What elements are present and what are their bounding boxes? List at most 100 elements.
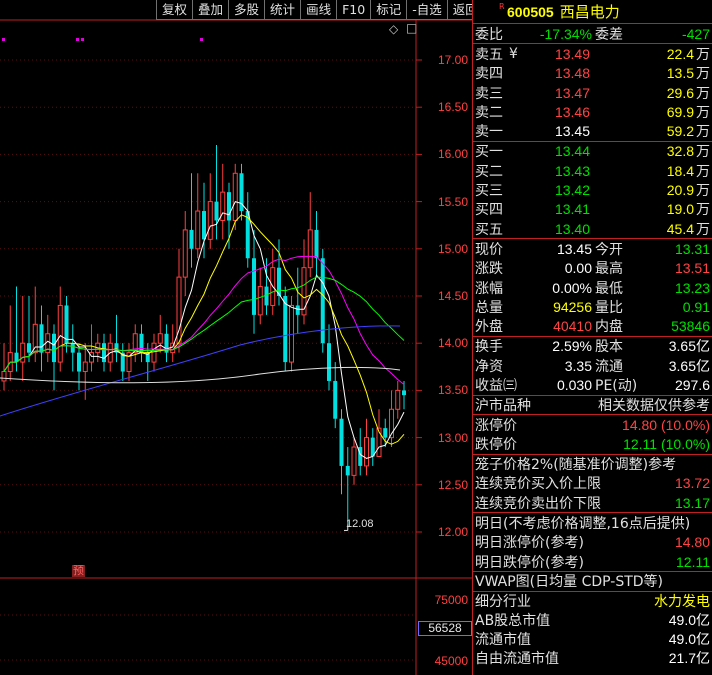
signal-marker (2, 38, 5, 41)
ask-unit: 万 (696, 66, 710, 83)
chart-toolbar: 复权 叠加 多股 统计 画线 F10 标记 -自选 返回 (156, 0, 472, 20)
bid-row[interactable]: 买五 13.40 45.4 万 (473, 219, 712, 238)
ask-row[interactable]: 卖二 13.46 69.9 万 (473, 102, 712, 121)
settings-diamond-icon[interactable]: ◇ (389, 22, 398, 36)
volume-tick: 45000 (434, 654, 468, 668)
candle-body (27, 343, 31, 353)
cap-value: 49.0亿 (668, 630, 710, 647)
toolbar-button-2[interactable]: 多股 (228, 0, 265, 20)
candle-body (195, 210, 201, 250)
quote-value: 0.91 (682, 298, 710, 315)
price-tick: 13.00 (437, 430, 468, 445)
candle-body (202, 211, 206, 240)
bid-row[interactable]: 买二 13.43 18.4 万 (473, 161, 712, 180)
price-tick: 12.00 (437, 525, 468, 539)
price-tick: 16.00 (437, 147, 468, 162)
ask-price: 13.49 (554, 45, 590, 62)
committee-diff-value: -427 (681, 25, 710, 42)
toolbar-button-0[interactable]: 复权 (156, 0, 193, 20)
ask-unit: 万 (696, 104, 710, 121)
fundamental-label: 收益㈢ (475, 377, 517, 394)
vwap-title[interactable]: VWAP图(日均量 CDP-STD等) (475, 571, 663, 591)
candle-body (82, 361, 88, 373)
vwap-row[interactable]: VWAP图(日均量 CDP-STD等) (473, 571, 712, 590)
ask-label: 卖四 (475, 66, 503, 83)
bid-price: 13.44 (554, 143, 590, 160)
bid-row[interactable]: 买四 13.41 19.0 万 (473, 200, 712, 219)
ask-row[interactable]: 卖三 13.47 29.6 万 (473, 83, 712, 102)
bid-volume: 19.0 (666, 201, 694, 218)
candle-body (345, 465, 350, 476)
toolbar-button-3[interactable]: 统计 (264, 0, 301, 20)
candle-body (151, 342, 157, 363)
low-price-marker: 12.08 (346, 518, 374, 530)
bid-unit: 万 (696, 163, 710, 180)
market-note: 相关数据仅供参考 (598, 397, 710, 414)
ask-volume: 69.9 (666, 103, 694, 120)
quote-row: 现价 13.45 今开 13.31 (473, 239, 712, 258)
margin-badge: R (499, 2, 505, 11)
price-tick: 16.50 (437, 100, 468, 115)
event-marker-icon[interactable]: 预 (72, 565, 85, 577)
candle-body (20, 342, 26, 363)
candle-body (314, 229, 319, 259)
toolbar-button-4[interactable]: 画线 (300, 0, 337, 20)
fundamental-value: 297.6 (674, 376, 710, 393)
candle-body (1, 371, 7, 382)
stock-header[interactable]: R 600505 西昌电力 (473, 0, 712, 24)
bid-book: 买一 13.44 32.8 万买二 13.43 18.4 万买三 13.42 20.9 万买四 13… (473, 140, 712, 238)
stock-code: 600505 (507, 3, 554, 20)
price-tick: 17.00 (437, 53, 468, 67)
bid-row[interactable]: 买一 13.44 32.8 万 (473, 142, 712, 161)
kline-chart[interactable] (0, 0, 472, 675)
ma20-line (3, 255, 405, 385)
candle-body (70, 343, 75, 353)
ask-price: 13.46 (554, 103, 590, 120)
candle-body (307, 229, 313, 269)
committee-ratio-value: -17.34% (539, 25, 592, 42)
bid-volume: 32.8 (666, 143, 694, 160)
fundamental-value: 2.59% (552, 338, 592, 355)
quote-value: 0.00% (552, 279, 592, 296)
toolbar-button-6[interactable]: 标记 (370, 0, 407, 20)
committee-row: 委比 -17.34% 委差 -427 (473, 24, 712, 43)
current-volume-box: 56528 (418, 621, 472, 636)
candle-body (395, 389, 401, 410)
quote-label: 今开 (595, 241, 623, 258)
ask-row[interactable]: 卖一 13.45 59.2 万 (473, 121, 712, 140)
volume-tick: 75000 (434, 593, 468, 607)
ask-row[interactable]: 卖五 ¥13.49 22.4 万 (473, 44, 712, 63)
limit-label: 跌停价 (475, 436, 517, 453)
toolbar-button-5[interactable]: F10 (336, 0, 371, 20)
ask-label: 卖一 (475, 124, 503, 141)
price-axis: 17.00 16.50 16.00 15.50 15.00 14.50 14.00 13.50… (416, 20, 472, 580)
toolbar-button-7[interactable]: -自选 (406, 0, 447, 20)
candle-body (182, 229, 188, 278)
price-tick: 14.00 (437, 336, 468, 351)
limit-prices: 涨停价 14.80 (10.0%) 跌停价 12.11 (10.0%) (473, 413, 712, 454)
kline-chart-area[interactable]: 复权 叠加 多股 统计 画线 F10 标记 -自选 返回 17.00 16.50 16.00 15.5… (0, 0, 472, 675)
ask-label: 卖五 (475, 46, 503, 63)
fundamental-value: 3.65亿 (668, 338, 710, 355)
market-row: 沪市品种 相关数据仅供参考 (473, 394, 712, 414)
quote-value: 13.31 (674, 240, 710, 257)
limit-value: 12.11 (10.0%) (623, 435, 710, 452)
ask-price: 13.45 (554, 123, 590, 140)
quote-label: 量比 (595, 299, 623, 316)
collapse-square-icon[interactable]: □ (406, 21, 417, 35)
cap-value: 49.0亿 (668, 611, 710, 628)
candle-body (283, 296, 288, 363)
bid-label: 买四 (475, 202, 503, 219)
ask-price: 13.48 (554, 65, 590, 82)
quote-label: 最低 (595, 280, 623, 297)
toolbar-button-8[interactable]: 返回 (446, 0, 472, 20)
candle-body (57, 304, 63, 363)
fundamental-label: 净资 (475, 358, 503, 375)
toolbar-button-1[interactable]: 叠加 (192, 0, 229, 20)
limit-row: 涨停价 14.80 (10.0%) (473, 415, 712, 434)
industry-label: 细分行业 (475, 593, 531, 610)
bid-row[interactable]: 买三 13.42 20.9 万 (473, 180, 712, 199)
bid-label: 买五 (475, 221, 503, 238)
tomorrow-down-label: 明日跌停价(参考) (475, 554, 584, 571)
ask-row[interactable]: 卖四 13.48 13.5 万 (473, 64, 712, 83)
